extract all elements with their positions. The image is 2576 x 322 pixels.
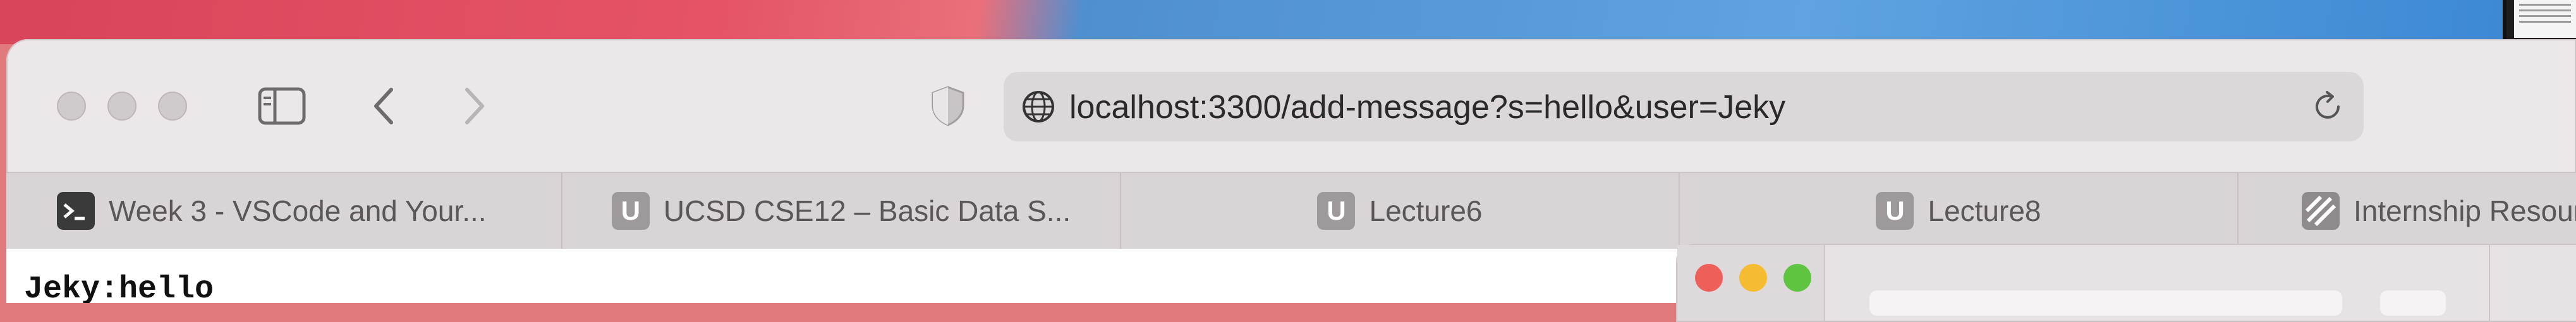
overlay-minimize-button[interactable] bbox=[1739, 264, 1767, 292]
desktop-document-thumbnail bbox=[2503, 0, 2576, 40]
back-button[interactable] bbox=[368, 83, 399, 129]
terminal-icon bbox=[57, 192, 95, 230]
overlay-button[interactable] bbox=[2380, 290, 2446, 316]
tab-ucsd-cse12[interactable]: U UCSD CSE12 – Basic Data S... bbox=[562, 173, 1121, 249]
tab-internship-resources[interactable]: Internship Resour bbox=[2239, 173, 2576, 249]
u-favicon-icon: U bbox=[1317, 192, 1356, 230]
u-favicon-icon: U bbox=[611, 192, 650, 230]
minimize-window-button[interactable] bbox=[107, 92, 137, 121]
overlay-search-field[interactable] bbox=[1869, 290, 2342, 316]
stripes-icon bbox=[2302, 192, 2340, 230]
reload-icon[interactable] bbox=[2311, 90, 2345, 124]
toolbar: localhost:3300/add-message?s=hello&user=… bbox=[6, 39, 2576, 172]
overlay-divider bbox=[2489, 245, 2490, 321]
forward-button[interactable] bbox=[459, 83, 490, 129]
tab-week3-vscode[interactable]: Week 3 - VSCode and Your... bbox=[6, 173, 562, 249]
chevron-left-icon bbox=[374, 88, 393, 124]
tab-label: UCSD CSE12 – Basic Data S... bbox=[663, 194, 1071, 227]
tab-bar: Week 3 - VSCode and Your... U UCSD CSE12… bbox=[6, 172, 2576, 250]
page-text: Jeky:hello bbox=[24, 271, 214, 303]
tab-label: Internship Resour bbox=[2354, 194, 2576, 227]
tab-label: Lecture6 bbox=[1369, 194, 1483, 227]
overlay-zoom-button[interactable] bbox=[1783, 264, 1811, 292]
address-bar[interactable]: localhost:3300/add-message?s=hello&user=… bbox=[1004, 72, 2364, 141]
zoom-window-button[interactable] bbox=[158, 92, 187, 121]
url-text[interactable]: localhost:3300/add-message?s=hello&user=… bbox=[1069, 88, 1785, 126]
sidebar-toggle-button[interactable] bbox=[257, 83, 307, 129]
overlapping-window[interactable] bbox=[1676, 244, 2576, 322]
tab-label: Lecture8 bbox=[1928, 194, 2041, 227]
tab-label: Week 3 - VSCode and Your... bbox=[109, 194, 487, 227]
overlay-close-button[interactable] bbox=[1695, 264, 1723, 292]
privacy-report-button[interactable] bbox=[929, 83, 967, 129]
tab-lecture6[interactable]: U Lecture6 bbox=[1121, 173, 1680, 249]
sidebar-icon bbox=[258, 87, 306, 125]
desktop-wallpaper bbox=[0, 0, 2576, 44]
chevron-right-icon bbox=[465, 88, 484, 124]
shield-icon bbox=[932, 86, 964, 126]
globe-icon bbox=[1023, 91, 1054, 122]
u-favicon-icon: U bbox=[1876, 192, 1914, 230]
tab-lecture8[interactable]: U Lecture8 bbox=[1680, 173, 2239, 249]
close-window-button[interactable] bbox=[57, 92, 86, 121]
